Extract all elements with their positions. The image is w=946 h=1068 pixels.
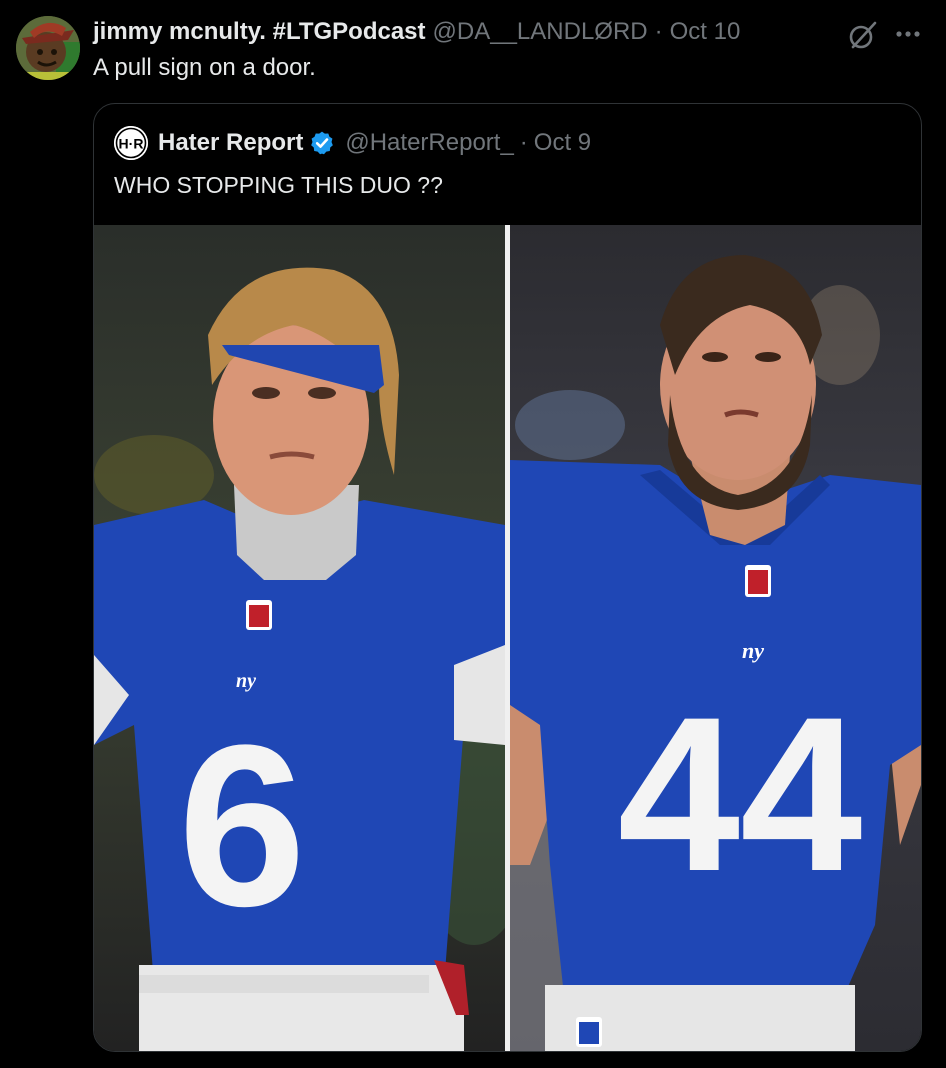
avatar-image <box>16 16 80 80</box>
tweet-text: A pull sign on a door. <box>93 54 316 81</box>
svg-text:ny: ny <box>742 638 764 663</box>
quoted-separator: · <box>519 129 528 156</box>
quoted-tweet-text: WHO STOPPING THIS DUO ?? <box>114 172 443 198</box>
photo-player-44[interactable]: ny 44 <box>510 225 921 1051</box>
quoted-date[interactable]: Oct 9 <box>534 129 591 157</box>
svg-text:ny: ny <box>236 670 256 692</box>
quoted-tweet[interactable]: H·R Hater Report @HaterReport_ · Oct 9 W… <box>93 103 922 1052</box>
tweet[interactable]: jimmy mcnulty. #LTGPodcast @DA__LANDLØRD… <box>0 0 946 1068</box>
quoted-tweet-header: H·R Hater Report @HaterReport_ · Oct 9 <box>114 126 591 160</box>
hater-report-logo-icon: H·R <box>114 126 148 160</box>
photo-player-6[interactable]: ny 6 <box>94 225 505 1051</box>
author-display-name[interactable]: jimmy mcnulty. #LTGPodcast <box>93 18 426 46</box>
quoted-media[interactable]: ny 6 ny 44 <box>94 225 921 1051</box>
author-handle[interactable]: @DA__LANDLØRD <box>433 18 648 46</box>
player-44-photo: ny 44 <box>510 225 921 1051</box>
avatar[interactable] <box>16 16 80 80</box>
grok-icon[interactable] <box>846 18 880 52</box>
player-6-photo: ny 6 <box>94 225 505 1051</box>
svg-text:H·R: H·R <box>119 136 144 152</box>
svg-text:6: 6 <box>178 697 306 954</box>
svg-text:44: 44 <box>618 671 863 917</box>
quoted-handle[interactable]: @HaterReport_ <box>345 129 513 157</box>
quoted-avatar[interactable]: H·R <box>114 126 148 160</box>
quoted-display-name[interactable]: Hater Report <box>158 129 303 157</box>
header-separator: · <box>654 18 663 45</box>
tweet-date[interactable]: Oct 10 <box>670 18 741 46</box>
more-icon[interactable] <box>888 18 928 48</box>
verified-badge-icon <box>311 131 334 155</box>
tweet-header: jimmy mcnulty. #LTGPodcast @DA__LANDLØRD… <box>93 16 740 48</box>
